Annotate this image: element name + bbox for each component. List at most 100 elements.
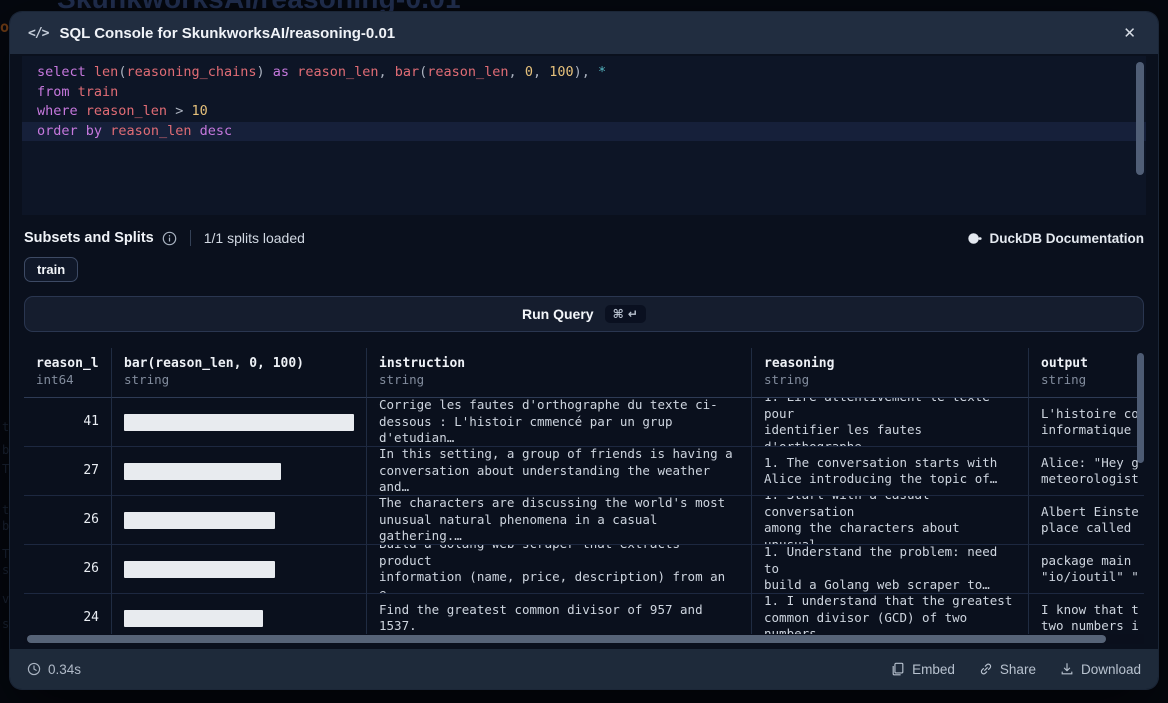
column-name: bar(reason_len, 0, 100) [124,356,354,371]
link-icon [979,662,993,676]
background-fragment: T [2,547,9,561]
cell-instruction[interactable]: Build a Golang web scraper that extracts… [367,545,752,594]
cell-text: Find the greatest common divisor of 957 … [379,602,739,635]
run-query-label: Run Query [522,306,594,322]
code-token: , [509,64,525,80]
bar-visualization [124,463,281,480]
download-button[interactable]: Download [1060,662,1141,677]
cell-text: Alice: "Hey g meteorologist [1041,455,1139,488]
code-token: 100 [549,64,573,80]
cell-reasoning[interactable]: 1. Lire attentivement le texte pour iden… [752,398,1029,447]
cell-bar[interactable] [112,398,367,447]
cell-output[interactable]: Albert Einste place called [1029,496,1144,545]
code-token: , [378,64,394,80]
code-line[interactable]: where reason_len > 10 [22,102,1146,122]
duckdb-link-label: DuckDB Documentation [989,231,1144,246]
cell-reason-len[interactable]: 27 [24,447,112,496]
cell-text: Corrige les fautes d'orthographe du text… [379,398,739,447]
splits-chip-row: train [24,257,1144,282]
table-vertical-scrollbar[interactable] [1137,353,1144,463]
column-header-reasoning: reasoningstring [752,348,1029,398]
code-line-active[interactable]: order by reason_len desc [22,122,1146,142]
code-icon: </> [28,26,48,41]
footer-actions: Embed Share Download [891,662,1141,677]
cell-output[interactable]: package main "io/ioutil" " [1029,545,1144,594]
horizontal-scrollbar-track [24,634,1144,644]
cell-reason-len[interactable]: 26 [24,496,112,545]
code-token [167,103,175,119]
cell-output[interactable]: L'histoire co informatique [1029,398,1144,447]
column-type: string [379,372,739,387]
code-token [86,64,94,80]
column-type: string [124,372,354,387]
share-label: Share [1000,662,1036,677]
subsets-and-splits-row: Subsets and Splits 1/1 splits loaded Duc… [24,230,1144,246]
code-token: 10 [191,103,207,119]
cell-bar[interactable] [112,447,367,496]
cell-instruction[interactable]: Corrige les fautes d'orthographe du text… [367,398,752,447]
code-token: len [94,64,118,80]
share-button[interactable]: Share [979,662,1036,677]
editor-vertical-scrollbar[interactable] [1136,62,1144,175]
code-token: reason_len [86,103,167,119]
code-token: * [598,64,606,80]
divider [190,230,191,246]
code-token: bar [395,64,419,80]
download-label: Download [1081,662,1141,677]
sql-editor-code: select len(reasoning_chains) as reason_l… [22,56,1146,141]
column-type: int64 [36,372,99,387]
scrollbar-thumb[interactable] [27,635,1106,643]
background-fragment: s [2,617,9,631]
cell-reasoning[interactable]: 1. Understand the problem: need to build… [752,545,1029,594]
cell-bar[interactable] [112,545,367,594]
background-fragment: b [2,443,9,457]
run-query-button[interactable]: Run Query ⌘ ↵ [24,296,1144,332]
cell-bar[interactable] [112,496,367,545]
download-icon [1060,662,1074,676]
split-chip-train[interactable]: train [24,257,78,282]
keyboard-shortcut-badge: ⌘ ↵ [605,305,646,323]
embed-label: Embed [912,662,955,677]
embed-button[interactable]: Embed [891,662,955,677]
code-token [289,64,297,80]
cell-text: 1. The conversation starts with Alice in… [764,455,997,488]
code-token [590,64,598,80]
cell-instruction[interactable]: The characters are discussing the world'… [367,496,752,545]
code-token: train [78,84,119,100]
column-name: reason_len [36,356,99,371]
cell-reasoning[interactable]: 1. Start with a casual conversation amon… [752,496,1029,545]
duckdb-documentation-link[interactable]: DuckDB Documentation [967,231,1144,246]
table-horizontal-scrollbar[interactable] [27,635,1139,643]
cell-instruction[interactable]: In this setting, a group of friends is h… [367,447,752,496]
code-token: reason_len [110,123,191,139]
bar-visualization [124,512,275,529]
code-token: as [273,64,289,80]
code-token: by [86,123,102,139]
cell-reason-len[interactable]: 26 [24,545,112,594]
results-grid: reason_lenint64bar(reason_len, 0, 100)st… [24,348,1144,643]
cell-reason-len[interactable]: 41 [24,398,112,447]
cell-reasoning[interactable]: 1. The conversation starts with Alice in… [752,447,1029,496]
modal-title: SQL Console for SkunkworksAI/reasoning-0… [59,25,395,42]
close-icon[interactable]: ✕ [1119,22,1140,45]
cell-text: I know that t two numbers i [1041,602,1139,635]
code-line[interactable]: from train [22,83,1146,103]
sql-editor[interactable]: select len(reasoning_chains) as reason_l… [22,56,1146,215]
column-name: output [1041,356,1144,371]
cell-text: Build a Golang web scraper that extracts… [379,545,739,594]
bar-visualization [124,561,275,578]
code-line[interactable]: select len(reasoning_chains) as reason_l… [22,63,1146,83]
info-icon[interactable] [162,231,177,246]
column-name: instruction [379,356,739,371]
column-header-instruction: instructionstring [367,348,752,398]
code-token: ), [574,64,590,80]
column-name: reasoning [764,356,1016,371]
cell-output[interactable]: Alice: "Hey g meteorologist [1029,447,1144,496]
query-duration: 0.34s [27,662,81,677]
clock-icon [27,662,41,676]
cell-text: The characters are discussing the world'… [379,496,739,545]
code-token [78,123,86,139]
code-token: reason_len [297,64,378,80]
code-token: order [37,123,78,139]
code-token [265,64,273,80]
